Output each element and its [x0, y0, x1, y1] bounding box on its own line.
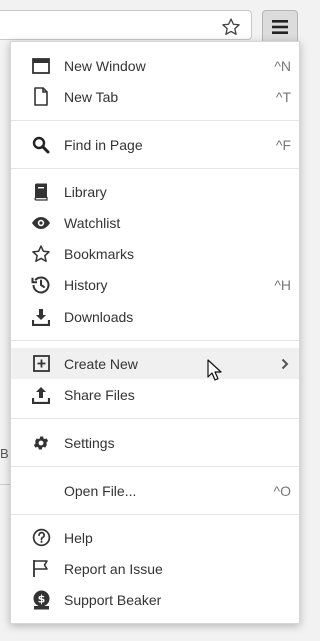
eye-icon [30, 212, 52, 234]
window-icon [30, 55, 52, 77]
menu-item-shortcut: ^F [275, 136, 291, 153]
menu-separator [11, 120, 299, 121]
history-icon [30, 274, 52, 296]
menu-item-shortcut: ^H [274, 276, 291, 293]
book-icon [30, 181, 52, 203]
menu-item-label: Open File... [64, 482, 137, 499]
menu-button[interactable] [262, 10, 298, 44]
background-divider [0, 484, 10, 485]
menu-item-help[interactable]: Help [11, 522, 299, 553]
menu-separator [11, 466, 299, 467]
menu-item-label: Report an Issue [64, 560, 163, 577]
mouse-cursor-icon [207, 359, 223, 381]
menu-item-support-beaker[interactable]: $ Support Beaker [11, 584, 299, 615]
menu-item-label: Watchlist [64, 214, 121, 231]
file-icon [30, 86, 52, 108]
question-circle-icon [30, 527, 52, 549]
chevron-right-icon [281, 358, 289, 370]
menu-item-report-issue[interactable]: Report an Issue [11, 553, 299, 584]
menu-item-label: Create New [64, 355, 138, 372]
star-outline-icon [221, 17, 241, 37]
menu-item-share-files[interactable]: Share Files [11, 379, 299, 410]
upload-icon [30, 384, 52, 406]
browser-menu: New Window ^N New Tab ^T Find in Page ^F… [10, 41, 300, 624]
menu-item-label: Support Beaker [64, 591, 162, 608]
menu-separator [11, 340, 299, 341]
star-icon [30, 243, 52, 265]
menu-item-watchlist[interactable]: Watchlist [11, 207, 299, 238]
plus-square-icon [30, 353, 52, 375]
menu-item-label: New Tab [64, 88, 119, 105]
menu-item-open-file[interactable]: Open File... ^O [11, 475, 299, 506]
menu-item-find-in-page[interactable]: Find in Page ^F [11, 129, 299, 160]
background-text-fragment: B [0, 446, 9, 461]
download-icon [30, 306, 52, 328]
menu-item-label: Settings [64, 434, 115, 451]
menu-separator [11, 514, 299, 515]
menu-item-settings[interactable]: Settings [11, 427, 299, 458]
menu-item-shortcut: ^O [273, 482, 291, 499]
menu-item-create-new[interactable]: Create New [11, 348, 299, 379]
menu-item-label: Library [64, 183, 107, 200]
menu-item-label: New Window [64, 57, 146, 74]
menu-item-library[interactable]: Library [11, 176, 299, 207]
menu-item-bookmarks[interactable]: Bookmarks [11, 238, 299, 269]
menu-item-label: Help [64, 529, 93, 546]
flag-icon [30, 558, 52, 580]
menu-item-new-window[interactable]: New Window ^N [11, 50, 299, 81]
menu-item-label: Share Files [64, 386, 135, 403]
hamburger-icon [271, 19, 289, 35]
menu-separator [11, 168, 299, 169]
address-bar[interactable] [0, 10, 252, 40]
gear-icon [30, 432, 52, 454]
bookmark-star-button[interactable] [218, 14, 244, 40]
menu-item-label: History [64, 276, 108, 293]
menu-item-downloads[interactable]: Downloads [11, 301, 299, 332]
menu-item-label: Find in Page [64, 136, 143, 153]
menu-separator [11, 418, 299, 419]
menu-item-shortcut: ^T [275, 88, 291, 105]
menu-item-history[interactable]: History ^H [11, 269, 299, 300]
menu-item-shortcut: ^N [274, 57, 291, 74]
menu-item-label: Downloads [64, 308, 134, 325]
dollar-badge-icon: $ [30, 589, 52, 611]
svg-text:$: $ [37, 592, 45, 605]
search-icon [30, 134, 52, 156]
menu-item-new-tab[interactable]: New Tab ^T [11, 81, 299, 112]
menu-item-label: Bookmarks [64, 245, 135, 262]
